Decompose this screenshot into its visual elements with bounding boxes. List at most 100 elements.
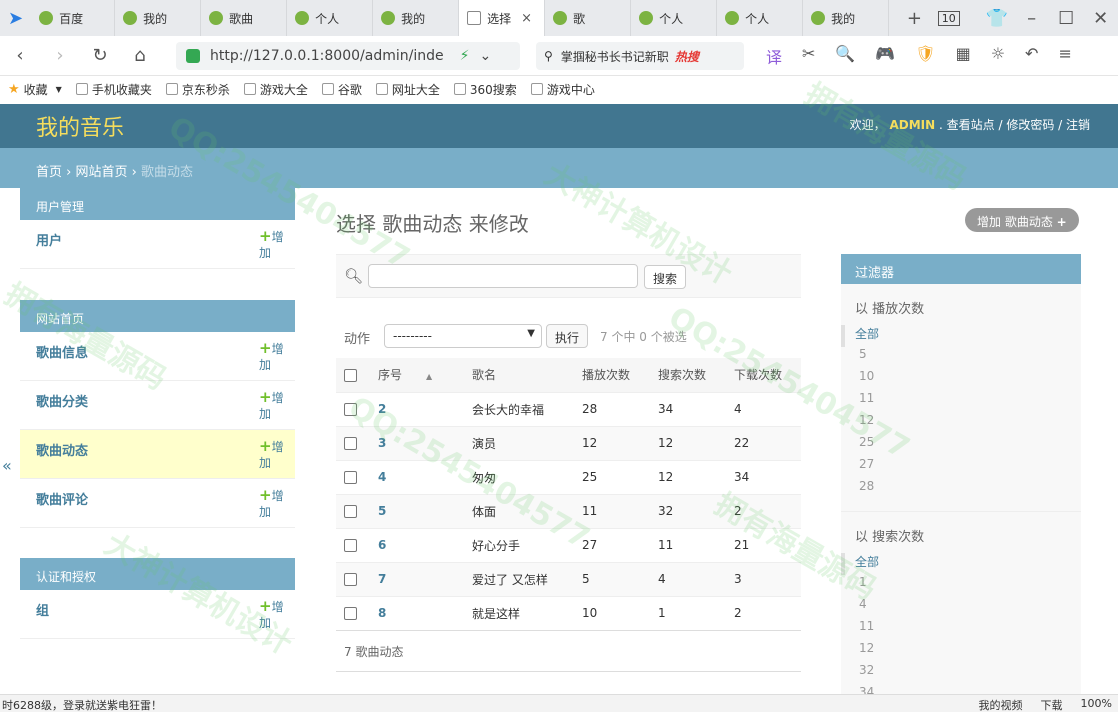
browser-tab[interactable]: 歌曲 bbox=[201, 0, 288, 36]
close-tab-icon[interactable]: × bbox=[521, 11, 532, 26]
filter-option[interactable]: 1 bbox=[841, 575, 1081, 597]
chevron-down-icon[interactable]: ⌄ bbox=[479, 48, 491, 64]
status-download[interactable]: 下载 bbox=[1041, 697, 1063, 713]
row-link[interactable]: 4 bbox=[370, 460, 464, 495]
search-input[interactable] bbox=[368, 264, 638, 288]
model-link[interactable]: 组 bbox=[36, 604, 49, 619]
row-checkbox[interactable] bbox=[344, 607, 357, 620]
row-link[interactable]: 2 bbox=[370, 392, 464, 427]
status-ad-text[interactable]: 时6288级，登录就送紫电狂雷！ bbox=[2, 697, 162, 713]
sidebar-item[interactable]: 歌曲评论 +增加 bbox=[20, 479, 295, 528]
filter-option[interactable]: 10 bbox=[841, 369, 1081, 391]
model-link[interactable]: 用户 bbox=[36, 234, 62, 249]
filter-option[interactable]: 全部 bbox=[841, 325, 1081, 347]
browser-tab[interactable]: 个人 bbox=[287, 0, 374, 36]
filter-option[interactable]: 全部 bbox=[841, 553, 1081, 575]
filter-option[interactable]: 27 bbox=[841, 457, 1081, 479]
filter-option[interactable]: 32 bbox=[841, 663, 1081, 685]
bookmark-item[interactable]: 谷歌 bbox=[321, 81, 362, 98]
undo-icon[interactable]: ↶ bbox=[1025, 44, 1038, 68]
browser-tab[interactable]: 歌 bbox=[545, 0, 632, 36]
brightness-icon[interactable]: ☼ bbox=[991, 44, 1005, 68]
site-title[interactable]: 我的音乐 bbox=[36, 110, 124, 142]
gamepad-icon[interactable]: 🎮 bbox=[875, 44, 895, 68]
model-link[interactable]: 歌曲分类 bbox=[36, 395, 88, 410]
module-caption[interactable]: 网站首页 bbox=[20, 300, 295, 332]
add-link[interactable]: +增加 bbox=[259, 438, 285, 471]
grid-icon[interactable]: ▦ bbox=[956, 44, 971, 68]
browser-tab[interactable]: 个人 bbox=[717, 0, 804, 36]
add-button[interactable]: 增加 歌曲动态 + bbox=[965, 208, 1079, 232]
tab-count-badge[interactable]: 10 bbox=[937, 10, 960, 26]
bookmark-item[interactable]: 360搜索 bbox=[453, 81, 517, 98]
status-video[interactable]: 我的视频 bbox=[979, 697, 1023, 713]
scissors-icon[interactable]: ✂ bbox=[802, 44, 815, 68]
action-select[interactable]: --------- ▼ bbox=[384, 324, 542, 348]
browser-tab[interactable]: 我的 bbox=[803, 0, 890, 36]
sidebar-item[interactable]: 歌曲分类 +增加 bbox=[20, 381, 295, 430]
row-checkbox[interactable] bbox=[344, 539, 357, 552]
menu-icon[interactable]: ≡ bbox=[1058, 44, 1071, 68]
module-caption[interactable]: 认证和授权 bbox=[20, 558, 295, 590]
browser-tab[interactable]: 我的 bbox=[115, 0, 202, 36]
sidebar-item[interactable]: 歌曲信息 +增加 bbox=[20, 332, 295, 381]
row-checkbox[interactable] bbox=[344, 403, 357, 416]
filter-option[interactable]: 11 bbox=[841, 391, 1081, 413]
select-all-checkbox[interactable] bbox=[344, 368, 357, 382]
add-link[interactable]: +增加 bbox=[259, 389, 285, 422]
column-header[interactable]: 序号 ▲ bbox=[370, 358, 464, 393]
filter-option[interactable]: 11 bbox=[841, 619, 1081, 641]
filter-option[interactable]: 12 bbox=[841, 413, 1081, 435]
close-window-icon[interactable]: ✕ bbox=[1083, 8, 1118, 29]
forward-icon[interactable]: › bbox=[40, 45, 80, 66]
filter-option[interactable]: 34 bbox=[841, 685, 1081, 694]
go-button[interactable]: 执行 bbox=[546, 324, 589, 348]
browser-logo-icon[interactable]: ➤ bbox=[0, 8, 31, 29]
shirt-icon[interactable]: 👕 bbox=[980, 8, 1015, 29]
sort-asc-icon[interactable]: ▲ bbox=[426, 372, 432, 381]
search-box[interactable]: ⚲ 掌掴秘书长书记新职 热搜 bbox=[536, 42, 744, 70]
filter-option[interactable]: 5 bbox=[841, 347, 1081, 369]
filter-option[interactable]: 12 bbox=[841, 641, 1081, 663]
new-tab-button[interactable]: + bbox=[897, 8, 932, 29]
sidebar-item[interactable]: 用户 +增加 bbox=[20, 220, 295, 269]
user-links[interactable]: . 查看站点 / 修改密码 / 注销 bbox=[939, 118, 1090, 132]
model-link[interactable]: 歌曲信息 bbox=[36, 346, 88, 361]
shield-icon[interactable]: 🛡 bbox=[915, 44, 935, 68]
home-icon[interactable]: ⌂ bbox=[120, 45, 160, 66]
bookmark-item[interactable]: ★ 收藏 ▼ bbox=[8, 81, 62, 98]
row-link[interactable]: 7 bbox=[370, 562, 464, 597]
add-link[interactable]: +增加 bbox=[259, 487, 285, 520]
column-header[interactable]: 播放次数 bbox=[574, 358, 650, 393]
back-icon[interactable]: ‹ bbox=[0, 45, 40, 66]
row-checkbox[interactable] bbox=[344, 573, 357, 586]
filter-option[interactable]: 4 bbox=[841, 597, 1081, 619]
add-link[interactable]: +增加 bbox=[259, 228, 285, 261]
search-button[interactable]: 搜索 bbox=[644, 265, 687, 289]
model-link[interactable]: 歌曲动态 bbox=[36, 444, 88, 459]
row-link[interactable]: 6 bbox=[370, 528, 464, 563]
bookmark-item[interactable]: 手机收藏夹 bbox=[75, 81, 152, 98]
bookmark-item[interactable]: 游戏中心 bbox=[530, 81, 595, 98]
lightning-icon[interactable]: ⚡ bbox=[460, 48, 470, 64]
browser-tab[interactable]: 个人 bbox=[631, 0, 718, 36]
row-link[interactable]: 3 bbox=[370, 426, 464, 461]
browser-tab[interactable]: 选择 × bbox=[459, 0, 546, 36]
bookmark-item[interactable]: 游戏大全 bbox=[243, 81, 308, 98]
address-bar[interactable]: http://127.0.0.1:8000/admin/inde ⚡ ⌄ bbox=[176, 42, 520, 70]
sidebar-item[interactable]: 歌曲动态 +增加 bbox=[20, 430, 295, 479]
maximize-icon[interactable]: ☐ bbox=[1049, 8, 1084, 29]
add-link[interactable]: +增加 bbox=[259, 598, 285, 631]
chevron-down-icon[interactable]: ▼ bbox=[56, 85, 62, 94]
add-link[interactable]: +增加 bbox=[259, 340, 285, 373]
filter-option[interactable]: 25 bbox=[841, 435, 1081, 457]
filter-option[interactable]: 28 bbox=[841, 479, 1081, 501]
browser-tab[interactable]: 百度 bbox=[31, 0, 116, 36]
column-header[interactable]: 搜索次数 bbox=[650, 358, 726, 393]
status-zoom[interactable]: 100% bbox=[1081, 697, 1112, 713]
row-link[interactable]: 8 bbox=[370, 596, 464, 631]
row-checkbox[interactable] bbox=[344, 437, 357, 450]
row-checkbox[interactable] bbox=[344, 505, 357, 518]
browser-tab[interactable]: 我的 bbox=[373, 0, 460, 36]
reload-icon[interactable]: ↻ bbox=[80, 45, 120, 66]
